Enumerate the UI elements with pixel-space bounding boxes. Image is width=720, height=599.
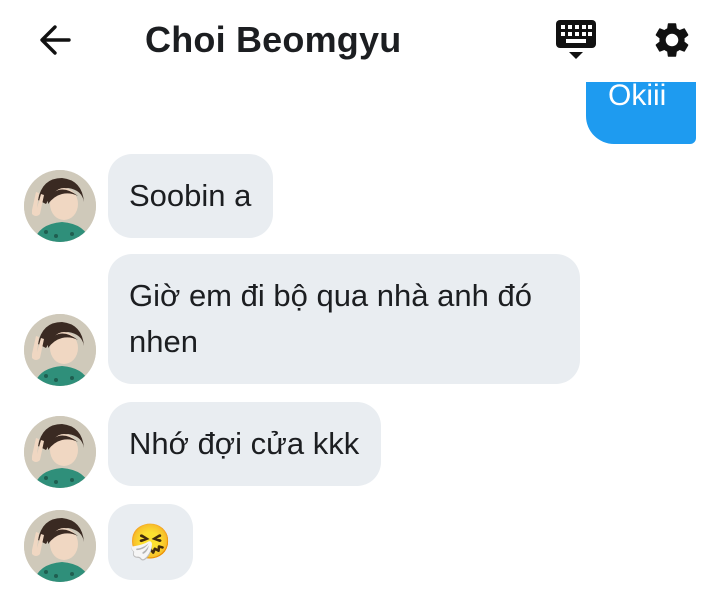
arrow-left-icon — [40, 25, 71, 55]
avatar[interactable] — [24, 510, 96, 582]
avatar-image — [24, 314, 96, 386]
back-button[interactable] — [32, 20, 78, 60]
message-row: Soobin a — [0, 154, 720, 252]
avatar[interactable] — [24, 170, 96, 242]
avatar-image — [24, 510, 96, 582]
avatar[interactable] — [24, 416, 96, 488]
incoming-message[interactable]: Giờ em đi bộ qua nhà anh đó nhen — [108, 254, 580, 384]
incoming-message-text: Giờ em đi bộ qua nhà anh đó nhen — [129, 278, 532, 359]
incoming-message[interactable]: Soobin a — [108, 154, 274, 238]
conversation-title: Choi Beomgyu — [145, 19, 402, 60]
incoming-message-text: Soobin a — [129, 178, 252, 213]
gear-icon — [655, 23, 689, 57]
keyboard-button[interactable] — [552, 18, 600, 64]
settings-button[interactable] — [650, 18, 694, 62]
message-row: 🤧 — [0, 504, 720, 594]
message-row: Nhớ đợi cửa kkk — [0, 402, 720, 492]
outgoing-message-text: Okiii — [608, 82, 667, 112]
avatar[interactable] — [24, 314, 96, 386]
sneezing-face-emoji: 🤧 — [129, 523, 172, 561]
outgoing-message[interactable]: Okiii — [586, 82, 696, 144]
avatar-image — [24, 170, 96, 242]
message-list[interactable]: Okiii Soobin a Giờ em đi bộ qua nhà anh … — [0, 82, 720, 599]
keyboard-icon — [556, 20, 596, 59]
chat-screen: Choi Beomgyu Okiii Soobin a Giờ em đi bộ… — [0, 0, 720, 599]
message-row: Giờ em đi bộ qua nhà anh đó nhen — [0, 254, 720, 394]
incoming-message-text: Nhớ đợi cửa kkk — [129, 426, 360, 461]
incoming-message[interactable]: Nhớ đợi cửa kkk — [108, 402, 382, 486]
incoming-message[interactable]: 🤧 — [108, 504, 194, 580]
chat-header: Choi Beomgyu — [0, 0, 720, 82]
avatar-image — [24, 416, 96, 488]
